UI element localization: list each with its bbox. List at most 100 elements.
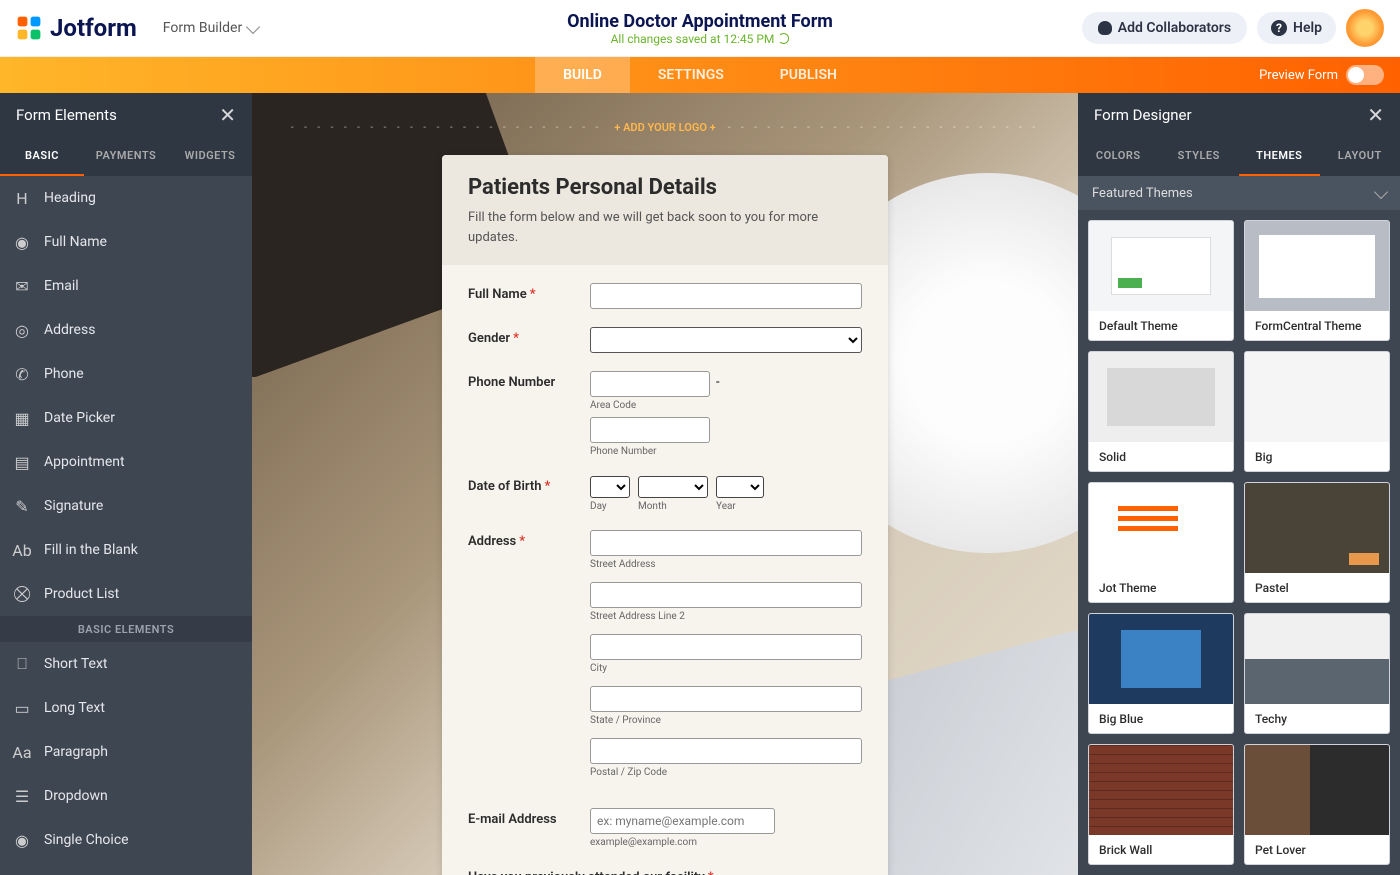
input-postal[interactable] (590, 738, 862, 764)
tab-themes[interactable]: THEMES (1239, 137, 1320, 176)
element-appointment[interactable]: ▤Appointment (0, 440, 252, 484)
add-logo-button[interactable]: + ADD YOUR LOGO + (606, 121, 723, 134)
element-label: Address (44, 322, 95, 338)
select-year[interactable] (716, 476, 764, 498)
tab-basic[interactable]: BASIC (0, 137, 84, 176)
element-icon: ◎ (0, 321, 44, 340)
preview-toggle[interactable] (1346, 65, 1384, 85)
theme-name: Techy (1245, 704, 1389, 734)
theme-name: Big (1245, 442, 1389, 472)
theme-thumbnail (1245, 352, 1389, 442)
element-icon: ✎ (0, 497, 44, 516)
card-header: Patients Personal Details Fill the form … (442, 155, 888, 265)
sublabel-month: Month (638, 501, 708, 512)
element-label: Phone (44, 366, 84, 382)
theme-thumbnail (1089, 614, 1233, 704)
add-collaborators-button[interactable]: Add Collaborators (1082, 12, 1247, 44)
select-day[interactable] (590, 476, 630, 498)
tab-styles[interactable]: STYLES (1159, 137, 1240, 176)
logo-icon (16, 15, 42, 41)
theme-name: FormCentral Theme (1245, 311, 1389, 341)
input-state[interactable] (590, 686, 862, 712)
theme-filter-dropdown[interactable]: Featured Themes (1078, 176, 1400, 210)
chevron-down-icon (246, 19, 260, 33)
save-status: All changes saved at 12:45 PM (567, 32, 833, 46)
theme-name: Default Theme (1089, 311, 1233, 341)
tab-build[interactable]: BUILD (535, 57, 630, 93)
theme-techy[interactable]: Techy (1244, 613, 1390, 734)
element-phone[interactable]: ✆Phone (0, 352, 252, 396)
theme-big[interactable]: Big (1244, 351, 1390, 472)
label-gender: Gender* (468, 327, 576, 346)
theme-pastel[interactable]: Pastel (1244, 482, 1390, 603)
tab-colors[interactable]: COLORS (1078, 137, 1159, 176)
tab-layout[interactable]: LAYOUT (1320, 137, 1400, 176)
element-full-name[interactable]: ◉Full Name (0, 220, 252, 264)
select-gender[interactable] (590, 327, 862, 353)
logo-text: Jotform (50, 14, 137, 42)
main-tabs: BUILD SETTINGS PUBLISH Preview Form (0, 57, 1400, 93)
theme-default-theme[interactable]: Default Theme (1088, 220, 1234, 341)
theme-jot-theme[interactable]: Jot Theme (1088, 482, 1234, 603)
close-icon[interactable]: ✕ (1367, 103, 1384, 127)
theme-thumbnail (1089, 352, 1233, 442)
theme-name: Brick Wall (1089, 835, 1233, 865)
theme-thumbnail (1245, 221, 1389, 311)
element-icon: ⛒ (0, 584, 44, 604)
tab-widgets[interactable]: WIDGETS (168, 137, 252, 176)
input-phonenumber[interactable] (590, 417, 710, 443)
element-paragraph[interactable]: AaParagraph (0, 730, 252, 774)
input-street2[interactable] (590, 582, 862, 608)
element-label: Short Text (44, 656, 108, 672)
tab-publish[interactable]: PUBLISH (752, 57, 865, 93)
form-title[interactable]: Online Doctor Appointment Form (567, 11, 833, 32)
theme-grid[interactable]: Default Theme FormCentral Theme Solid Big Jo… (1078, 210, 1400, 875)
tab-payments[interactable]: PAYMENTS (84, 137, 168, 176)
label-address: Address* (468, 530, 576, 549)
element-label: Signature (44, 498, 103, 514)
element-label: Fill in the Blank (44, 542, 138, 558)
theme-big-blue[interactable]: Big Blue (1088, 613, 1234, 734)
element-dropdown[interactable]: ☰Dropdown (0, 774, 252, 818)
theme-pet-lover[interactable]: Pet Lover (1244, 744, 1390, 865)
input-city[interactable] (590, 634, 862, 660)
element-icon: ▤ (0, 453, 44, 472)
elements-list[interactable]: HHeading◉Full Name✉Email◎Address✆Phone▦D… (0, 176, 252, 875)
element-icon: Aa (0, 743, 44, 762)
element-fill-in-the-blank[interactable]: AbFill in the Blank (0, 528, 252, 572)
element-long-text[interactable]: ▭Long Text (0, 686, 252, 730)
logo[interactable]: Jotform (16, 14, 137, 42)
help-button[interactable]: ? Help (1257, 12, 1336, 44)
right-tabs: COLORS STYLES THEMES LAYOUT (1078, 137, 1400, 176)
close-icon[interactable]: ✕ (219, 103, 236, 127)
element-email[interactable]: ✉Email (0, 264, 252, 308)
logo-strip: - - - - - - - - - - - - - - - - - - - - … (252, 121, 1078, 134)
form-card[interactable]: Patients Personal Details Fill the form … (442, 155, 888, 875)
input-fullname[interactable] (590, 283, 862, 309)
theme-solid[interactable]: Solid (1088, 351, 1234, 472)
select-month[interactable] (638, 476, 708, 498)
element-short-text[interactable]: ⎕Short Text (0, 642, 252, 686)
avatar[interactable] (1346, 9, 1384, 47)
input-street[interactable] (590, 530, 862, 556)
element-single-choice[interactable]: ◉Single Choice (0, 818, 252, 862)
form-builder-dropdown[interactable]: Form Builder (163, 20, 258, 36)
tab-settings[interactable]: SETTINGS (630, 57, 752, 93)
element-icon: ⎕ (0, 654, 44, 674)
element-label: Email (44, 278, 79, 294)
element-icon: ◉ (0, 831, 44, 850)
theme-brick-wall[interactable]: Brick Wall (1088, 744, 1234, 865)
input-email[interactable] (590, 808, 775, 834)
theme-formcentral-theme[interactable]: FormCentral Theme (1244, 220, 1390, 341)
label-dob: Date of Birth* (468, 475, 576, 494)
theme-thumbnail (1089, 483, 1233, 573)
element-product-list[interactable]: ⛒Product List (0, 572, 252, 616)
dash-left: - - - - - - - - - - - - - - - - - - - - … (291, 122, 602, 133)
theme-name: Big Blue (1089, 704, 1233, 734)
element-date-picker[interactable]: ▦Date Picker (0, 396, 252, 440)
element-heading[interactable]: HHeading (0, 176, 252, 220)
sublabel-state: State / Province (590, 715, 862, 726)
element-signature[interactable]: ✎Signature (0, 484, 252, 528)
element-address[interactable]: ◎Address (0, 308, 252, 352)
input-areacode[interactable] (590, 371, 710, 397)
